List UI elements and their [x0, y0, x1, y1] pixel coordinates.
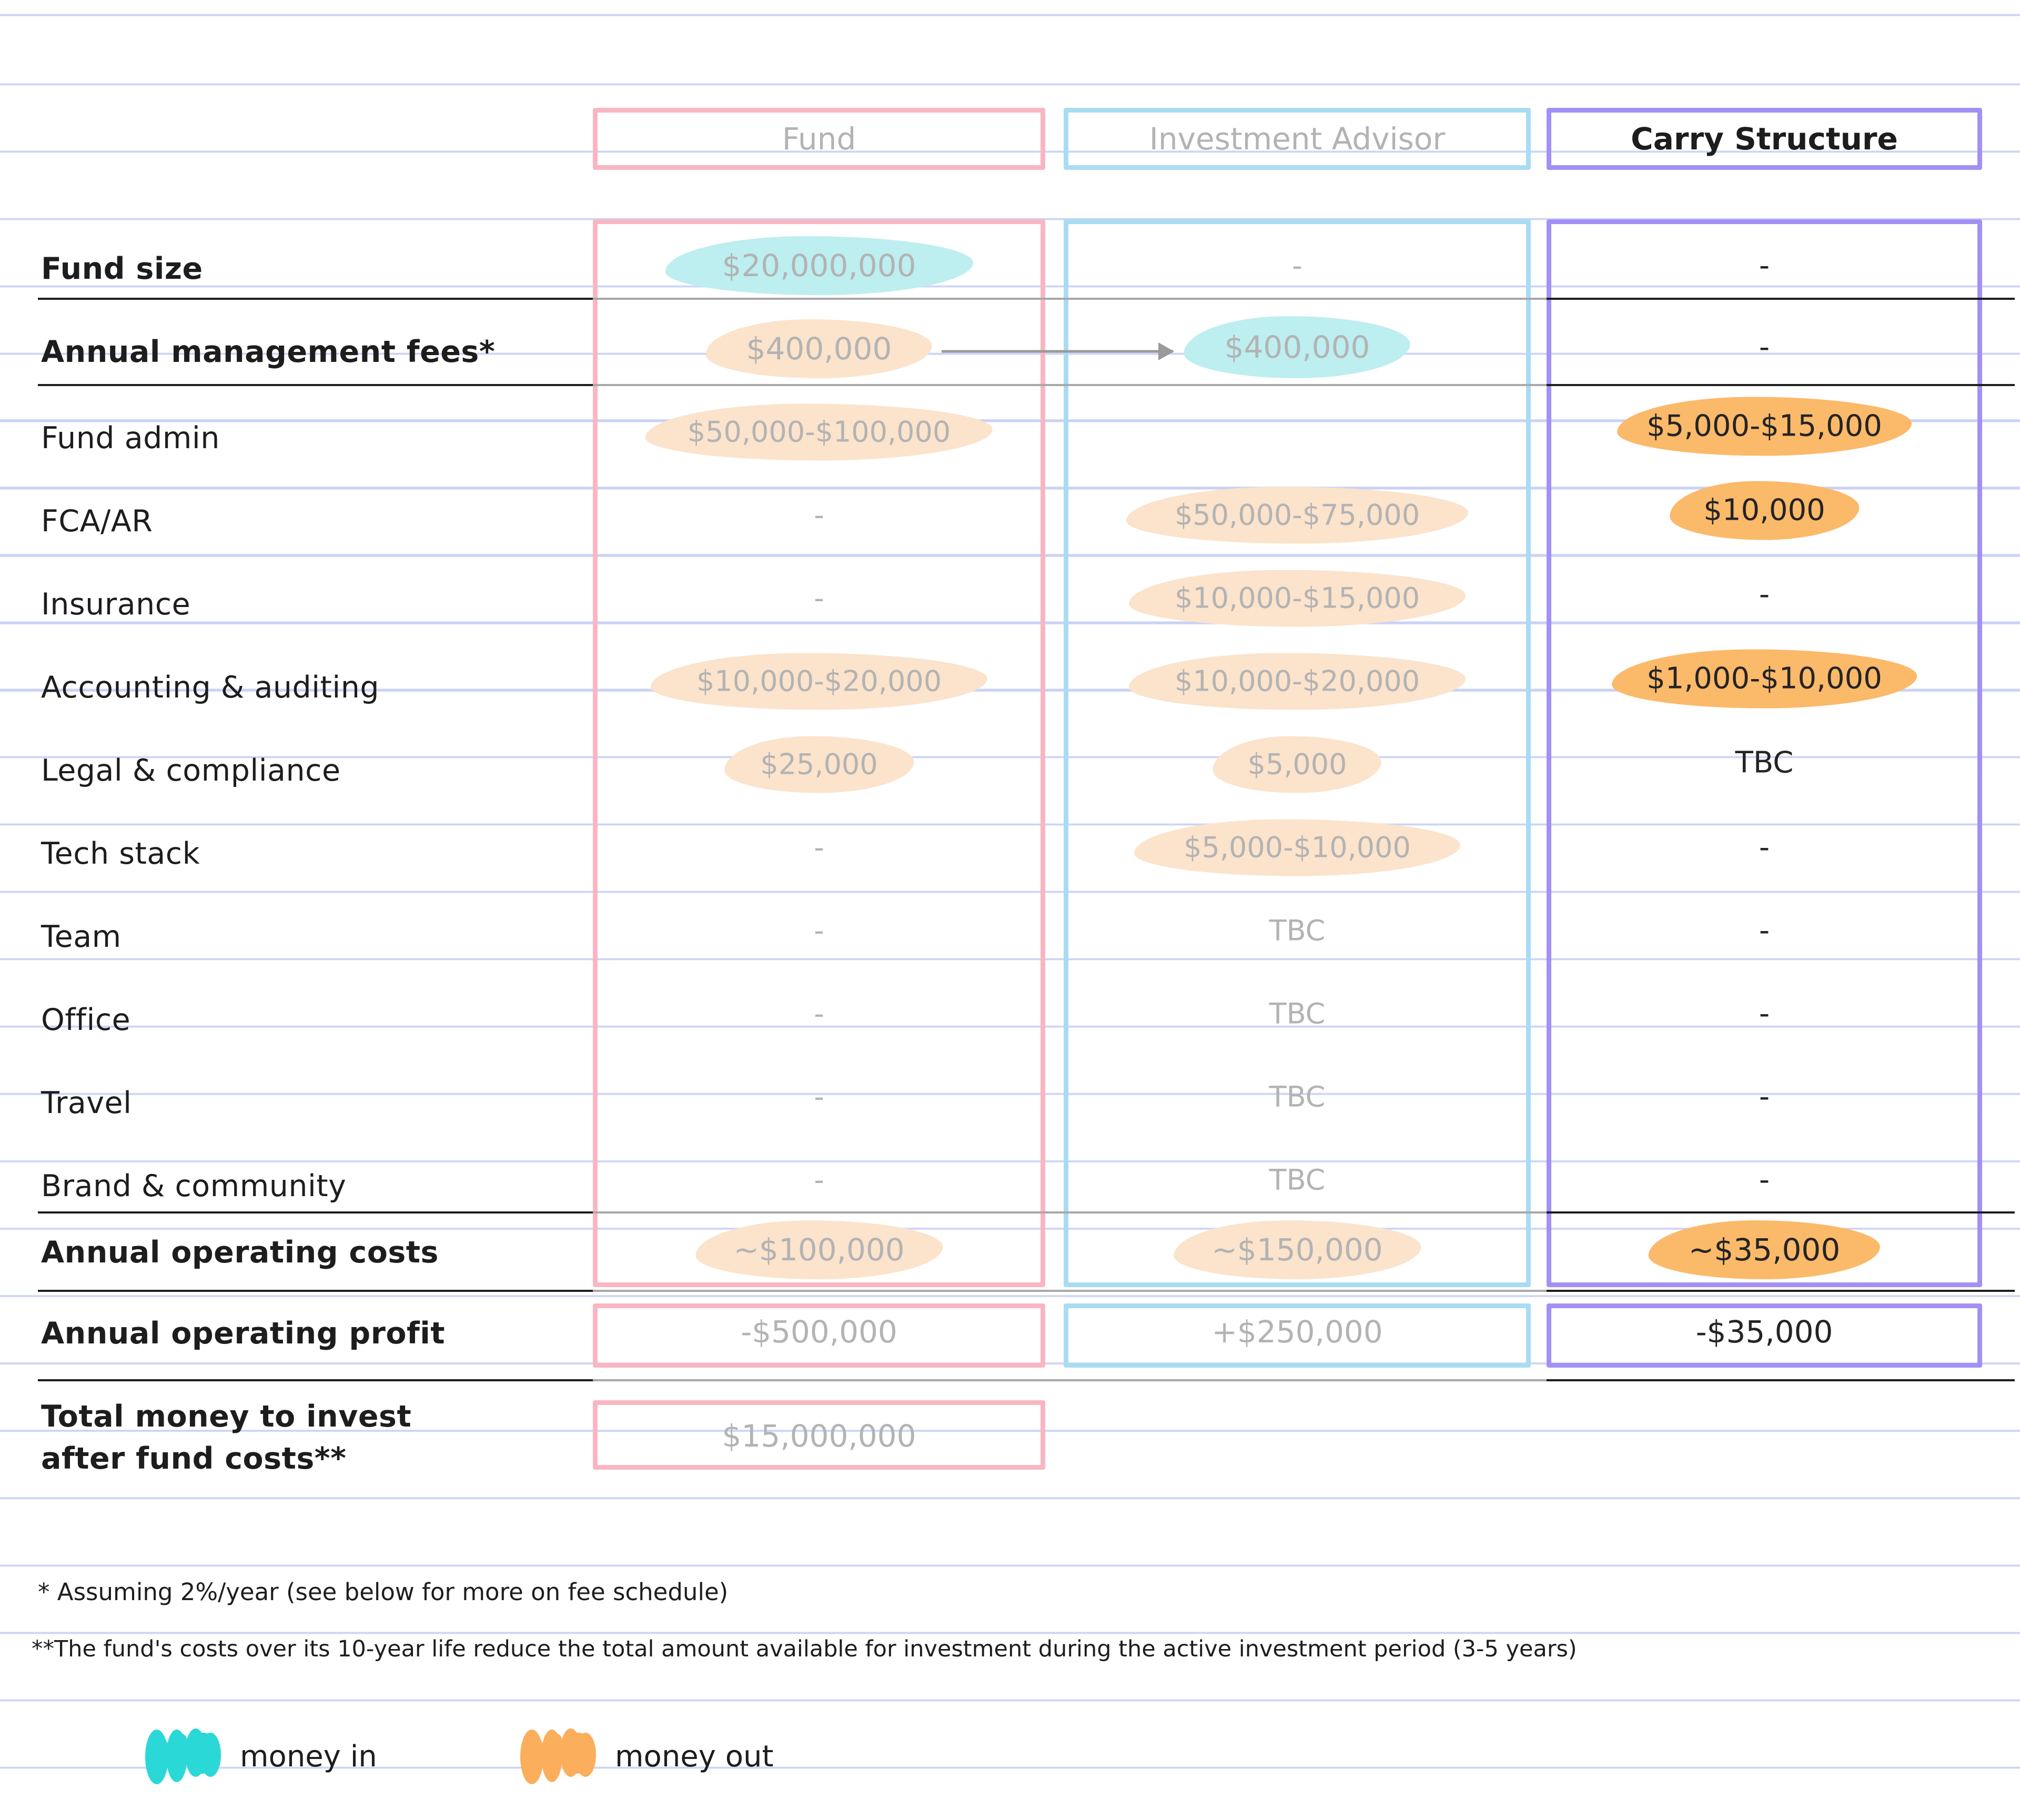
cell-fund-operating-profit[interactable]: -$500,000 [741, 1314, 897, 1350]
row-label-operating-costs: Annual operating costs [41, 1235, 439, 1270]
legend-money-out-label: money out [615, 1739, 774, 1774]
cell-fund-travel[interactable]: - [814, 1080, 824, 1114]
row-rule-light [593, 384, 1547, 386]
cell-advisor-accounting[interactable]: $10,000-$20,000 [1129, 653, 1466, 710]
cell-fund-operating-costs[interactable]: ~$100,000 [695, 1220, 943, 1279]
row-label-total-invest-line1: Total money to invest [41, 1399, 412, 1434]
cell-advisor-mgmt-fees[interactable]: $400,000 [1184, 316, 1410, 378]
cell-fund-fund-size[interactable]: $20,000,000 [665, 236, 973, 295]
cell-advisor-travel[interactable]: TBC [1269, 1080, 1326, 1114]
cell-advisor-operating-costs[interactable]: ~$150,000 [1174, 1220, 1421, 1279]
cell-fund-mgmt-fees[interactable]: $400,000 [706, 319, 932, 378]
cell-carry-accounting[interactable]: $1,000-$10,000 [1611, 649, 1917, 708]
cell-advisor-insurance[interactable]: $10,000-$15,000 [1129, 570, 1466, 626]
row-label-operating-profit: Annual operating profit [41, 1316, 446, 1351]
cell-carry-tech-stack[interactable]: - [1759, 831, 1770, 865]
cell-carry-fca-ar[interactable]: $10,000 [1669, 481, 1859, 540]
cell-advisor-brand[interactable]: TBC [1269, 1164, 1326, 1197]
cell-fund-office[interactable]: - [814, 997, 824, 1030]
fees-flow-arrow [942, 342, 1174, 361]
arrow-head [1158, 342, 1174, 360]
row-label-team: Team [41, 919, 122, 954]
cell-advisor-team[interactable]: TBC [1269, 914, 1326, 947]
cell-fund-brand[interactable]: - [814, 1164, 824, 1197]
row-label-mgmt-fees: Annual management fees* [41, 335, 496, 369]
cell-fund-insurance[interactable]: - [814, 582, 824, 615]
column-header-box-carry[interactable]: Carry Structure [1547, 108, 1982, 170]
comparison-table: Fund Investment Advisor Carry Structure … [0, 0, 2020, 1820]
cell-carry-team[interactable]: - [1759, 914, 1770, 948]
cell-carry-fund-size[interactable]: - [1759, 249, 1770, 283]
column-header-label-advisor: Investment Advisor [1149, 121, 1446, 157]
cell-fund-fund-admin[interactable]: $50,000-$100,000 [645, 403, 993, 460]
cell-fund-fca-ar[interactable]: - [814, 499, 824, 532]
column-header-label-fund: Fund [782, 121, 856, 157]
cell-advisor-fca-ar[interactable]: $50,000-$75,000 [1126, 487, 1468, 543]
cell-fund-team[interactable]: - [814, 914, 824, 947]
cell-carry-brand[interactable]: - [1759, 1163, 1770, 1197]
row-rule-dark [1547, 1290, 2015, 1292]
cell-fund-accounting[interactable]: $10,000-$20,000 [651, 653, 987, 710]
row-rule-light [593, 1290, 1547, 1292]
legend-money-in-label: money in [240, 1739, 377, 1774]
cell-carry-insurance[interactable]: - [1759, 578, 1770, 612]
row-rule-dark [1547, 298, 2015, 300]
column-header-box-fund[interactable]: Fund [593, 108, 1045, 170]
row-rule-light [593, 1211, 1547, 1214]
cell-fund-legal[interactable]: $25,000 [724, 736, 914, 793]
cell-carry-operating-costs[interactable]: ~$35,000 [1648, 1220, 1880, 1279]
row-label-fund-size: Fund size [41, 251, 203, 286]
row-rule-dark [38, 298, 593, 300]
cell-carry-operating-profit[interactable]: -$35,000 [1696, 1314, 1833, 1350]
cell-fund-total-invest[interactable]: $15,000,000 [722, 1418, 916, 1454]
row-label-legal: Legal & compliance [41, 753, 341, 788]
row-label-fund-admin: Fund admin [41, 421, 220, 456]
legend-money-in: money in [143, 1725, 377, 1787]
cell-carry-fund-admin[interactable]: $5,000-$15,000 [1617, 397, 1912, 456]
cell-advisor-legal[interactable]: $5,000 [1213, 736, 1381, 793]
row-label-insurance: Insurance [41, 587, 191, 622]
legend-money-out: money out [518, 1725, 773, 1787]
row-label-accounting: Accounting & auditing [41, 670, 380, 705]
row-rule-dark [1547, 1379, 2015, 1381]
row-rule-dark [1547, 384, 2015, 386]
row-rule-dark [1547, 1211, 2015, 1214]
money-in-scribble-icon [145, 1728, 221, 1784]
money-out-scribble-icon [520, 1728, 596, 1784]
footnote-two: **The fund's costs over its 10-year life… [32, 1636, 1577, 1662]
column-header-label-carry: Carry Structure [1631, 121, 1898, 157]
row-rule-light [593, 298, 1547, 300]
row-label-total-invest-line2: after fund costs** [41, 1441, 347, 1476]
cell-carry-travel[interactable]: - [1759, 1080, 1770, 1114]
row-label-tech-stack: Tech stack [41, 836, 200, 871]
row-rule-dark [38, 384, 593, 386]
row-rule-dark [38, 1379, 593, 1381]
cell-fund-tech-stack[interactable]: - [814, 831, 824, 864]
footnote-one: * Assuming 2%/year (see below for more o… [38, 1578, 729, 1606]
row-label-brand: Brand & community [41, 1169, 347, 1204]
cell-advisor-operating-profit[interactable]: +$250,000 [1211, 1314, 1382, 1350]
row-rule-dark [38, 1290, 593, 1292]
arrow-shaft [942, 350, 1173, 353]
cell-carry-office[interactable]: - [1759, 997, 1770, 1031]
row-label-fca-ar: FCA/AR [41, 504, 153, 539]
cell-advisor-office[interactable]: TBC [1269, 997, 1326, 1030]
cell-advisor-tech-stack[interactable]: $5,000-$10,000 [1134, 819, 1460, 876]
row-rule-light [593, 1379, 1547, 1381]
column-header-box-advisor[interactable]: Investment Advisor [1064, 108, 1531, 170]
cell-advisor-fund-size[interactable]: - [1292, 249, 1302, 282]
cell-carry-mgmt-fees[interactable]: - [1759, 330, 1770, 365]
cell-carry-legal[interactable]: TBC [1735, 746, 1794, 780]
row-label-travel: Travel [41, 1086, 132, 1120]
row-label-office: Office [41, 1003, 131, 1037]
row-rule-dark [38, 1211, 593, 1214]
